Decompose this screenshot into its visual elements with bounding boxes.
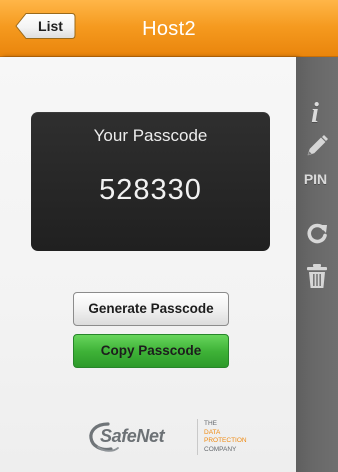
sidebar-item-info[interactable]: i: [296, 96, 338, 132]
tagline-line-2: DATA: [204, 428, 221, 436]
trash-icon: [307, 264, 327, 288]
generate-passcode-button[interactable]: Generate Passcode: [73, 292, 229, 326]
passcode-title: Your Passcode: [93, 126, 208, 145]
back-button-label: List: [38, 18, 63, 34]
safenet-wordmark: SafeNet: [100, 426, 165, 446]
tagline-line-1: THE: [204, 420, 217, 427]
tagline-line-4: COMPANY: [204, 445, 237, 453]
info-icon: i: [311, 98, 319, 129]
copy-passcode-button[interactable]: Copy Passcode: [73, 334, 229, 368]
header-bar: List Host2: [0, 0, 338, 57]
refresh-icon: [307, 223, 327, 244]
logo-divider: [197, 419, 198, 455]
logo-tagline: THE DATA PROTECTION COMPANY: [204, 420, 274, 454]
list-back-button[interactable]: List: [15, 12, 76, 40]
main-panel: Your Passcode 528330 Generate Passcode C…: [0, 57, 296, 472]
safenet-logo: SafeNet THE DATA PROTECTION COMPANY: [86, 417, 276, 457]
sidebar-item-refresh[interactable]: [296, 220, 338, 248]
sidebar-item-pin[interactable]: PIN: [296, 168, 338, 190]
pin-label: PIN: [303, 171, 328, 187]
pencil-icon: [307, 135, 328, 156]
passcode-value: 528330: [99, 174, 202, 206]
app-root: List Host2 Your Passcode 528330 Generate…: [0, 0, 338, 472]
tagline-line-3: PROTECTION: [204, 437, 247, 444]
sidebar-item-edit[interactable]: [296, 131, 338, 161]
sidebar: i PIN: [296, 57, 338, 472]
passcode-card: Your Passcode 528330: [31, 112, 270, 251]
sidebar-item-delete[interactable]: [296, 259, 338, 293]
